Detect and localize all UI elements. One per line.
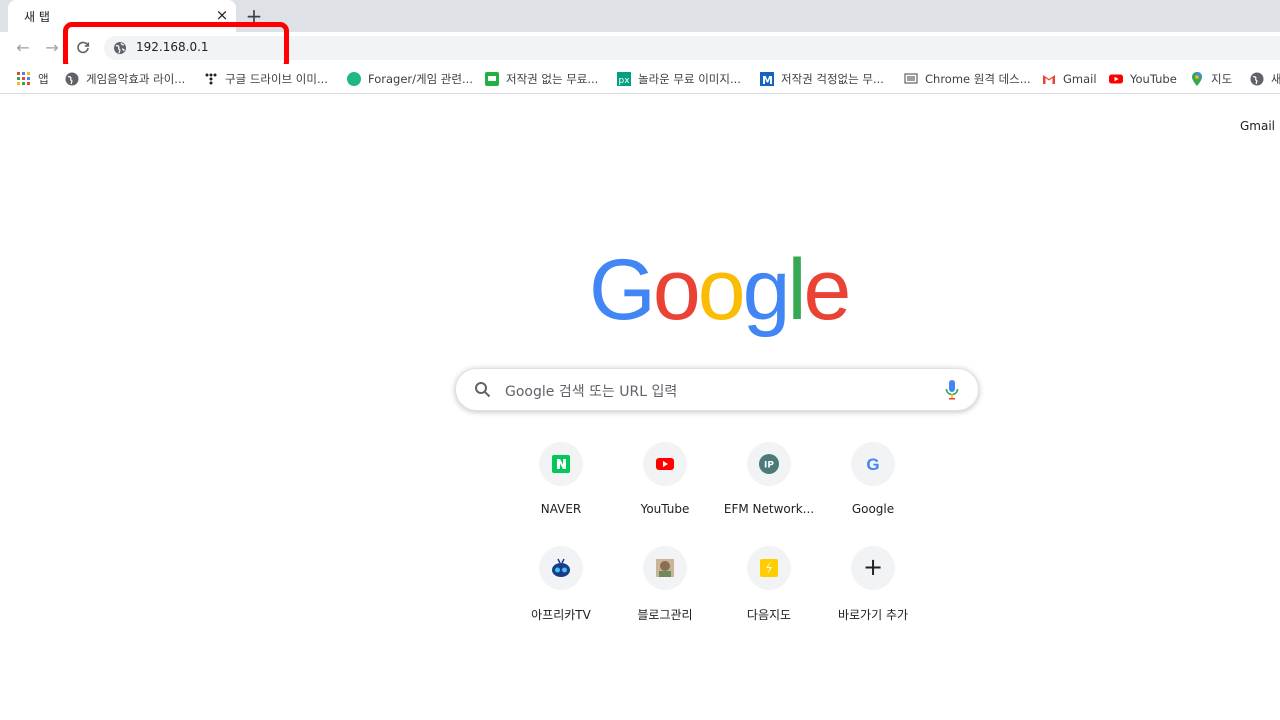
bookmarks-bar: 앱 게임음악효과 라이... 구글 드라이브 이미... Forager/게임 …	[0, 64, 1280, 94]
maps-pin-icon	[1192, 72, 1202, 86]
daum-map-icon	[760, 559, 778, 577]
bookmark-item[interactable]: 구글 드라이브 이미...	[204, 71, 328, 87]
px-icon: px	[617, 72, 631, 86]
remote-desktop-icon	[904, 73, 918, 84]
youtube-icon	[1109, 74, 1123, 84]
shortcut-icon-bg: G	[851, 442, 895, 486]
search-box[interactable]: Google 검색 또는 URL 입력	[455, 368, 979, 411]
shortcut-label: EFM Network...	[723, 502, 815, 516]
globe-icon	[65, 72, 79, 86]
dots-icon	[205, 73, 217, 85]
afreecatv-icon	[552, 558, 570, 577]
shortcut-icon-bg: IP	[747, 442, 791, 486]
shortcut-icon-bg	[643, 546, 687, 590]
shortcut-afreecatv[interactable]: 아프리카TV	[505, 546, 617, 650]
bookmark-item[interactable]: 지도	[1190, 71, 1232, 87]
logo-letter: o	[697, 242, 746, 338]
shortcut-naver[interactable]: NAVER	[505, 442, 617, 546]
ip-glyph: IP	[764, 461, 774, 471]
shortcut-label: YouTube	[640, 502, 690, 516]
shortcut-icon-bg	[539, 442, 583, 486]
green-square-icon	[485, 72, 499, 86]
shortcut-daum-map[interactable]: 다음지도	[713, 546, 825, 650]
ip-icon: IP	[759, 454, 779, 474]
green-circle-icon	[347, 72, 361, 86]
bookmark-label: Gmail	[1063, 72, 1097, 86]
logo-letter: e	[803, 242, 852, 338]
bookmark-item[interactable]: Forager/게임 관련...	[347, 71, 473, 87]
bookmark-label: 놀라운 무료 이미지...	[638, 72, 741, 86]
shortcut-label: NAVER	[540, 502, 582, 516]
shortcut-label: 다음지도	[746, 608, 792, 622]
shortcut-label: Google	[851, 502, 895, 516]
shortcut-label: 아프리카TV	[531, 608, 591, 622]
svg-text:M: M	[762, 74, 773, 86]
bookmark-label: 게임음악효과 라이...	[86, 72, 186, 86]
bookmark-item[interactable]: 게임음악효과 라이...	[65, 71, 185, 87]
bookmark-label: 구글 드라이브 이미...	[225, 72, 328, 86]
bookmark-item[interactable]: 새	[1250, 71, 1280, 87]
logo-letter: l	[787, 242, 806, 338]
gmail-link[interactable]: Gmail	[1240, 119, 1275, 133]
bookmark-label: 새	[1271, 72, 1280, 86]
bookmark-item[interactable]: M 저작권 걱정없는 무...	[760, 71, 884, 87]
bookmark-item[interactable]: 저작권 없는 무료...	[485, 71, 598, 87]
logo-letter: G	[589, 242, 656, 338]
bookmark-label: 저작권 없는 무료...	[506, 72, 599, 86]
gmail-icon	[1043, 75, 1055, 84]
bookmark-label: Chrome 원격 데스...	[925, 72, 1031, 86]
shortcut-google[interactable]: G Google	[817, 442, 929, 546]
youtube-icon	[656, 458, 674, 470]
tab-title: 새 탭	[24, 10, 50, 24]
add-shortcut-button[interactable]: + 바로가기 추가	[817, 546, 929, 650]
logo-letter: g	[742, 242, 791, 338]
bookmark-label: 지도	[1211, 72, 1233, 86]
bookmark-item[interactable]: Chrome 원격 데스...	[904, 71, 1031, 87]
bookmark-item[interactable]: px 놀라운 무료 이미지...	[617, 71, 741, 87]
bookmark-label: 저작권 걱정없는 무...	[781, 72, 884, 86]
bookmark-item[interactable]: Gmail	[1042, 71, 1097, 87]
shortcut-label: 바로가기 추가	[837, 608, 909, 622]
bookmark-label: YouTube	[1130, 72, 1177, 86]
search-placeholder: Google 검색 또는 URL 입력	[505, 384, 678, 400]
google-glyph: G	[866, 455, 879, 474]
m-icon: M	[760, 72, 774, 86]
logo-letter: o	[652, 242, 701, 338]
forward-button[interactable]: →	[40, 36, 64, 60]
shortcut-blog[interactable]: 블로그관리	[609, 546, 721, 650]
shortcut-icon-bg	[539, 546, 583, 590]
naver-icon	[552, 455, 570, 473]
back-button[interactable]: ←	[11, 36, 35, 60]
search-icon	[475, 382, 491, 398]
bookmark-item[interactable]: YouTube	[1109, 71, 1177, 87]
shortcut-icon-bg	[643, 442, 687, 486]
svg-text:px: px	[619, 76, 631, 86]
bookmark-apps[interactable]: 앱	[17, 71, 49, 87]
apps-grid-icon	[17, 72, 30, 85]
globe-icon	[1250, 72, 1264, 86]
google-g-icon: G	[866, 455, 879, 474]
shortcut-icon-bg: +	[851, 546, 895, 590]
plus-icon: +	[862, 553, 884, 581]
bookmark-label: Forager/게임 관련...	[368, 72, 473, 86]
google-logo: Google	[589, 240, 852, 340]
microphone-icon[interactable]	[945, 380, 959, 400]
shortcut-efm[interactable]: IP EFM Network...	[713, 442, 825, 546]
shortcut-icon-bg	[747, 546, 791, 590]
shortcut-youtube[interactable]: YouTube	[609, 442, 721, 546]
shortcut-label: 블로그관리	[637, 608, 693, 622]
blog-avatar-icon	[656, 559, 674, 577]
bookmark-label: 앱	[38, 72, 49, 86]
